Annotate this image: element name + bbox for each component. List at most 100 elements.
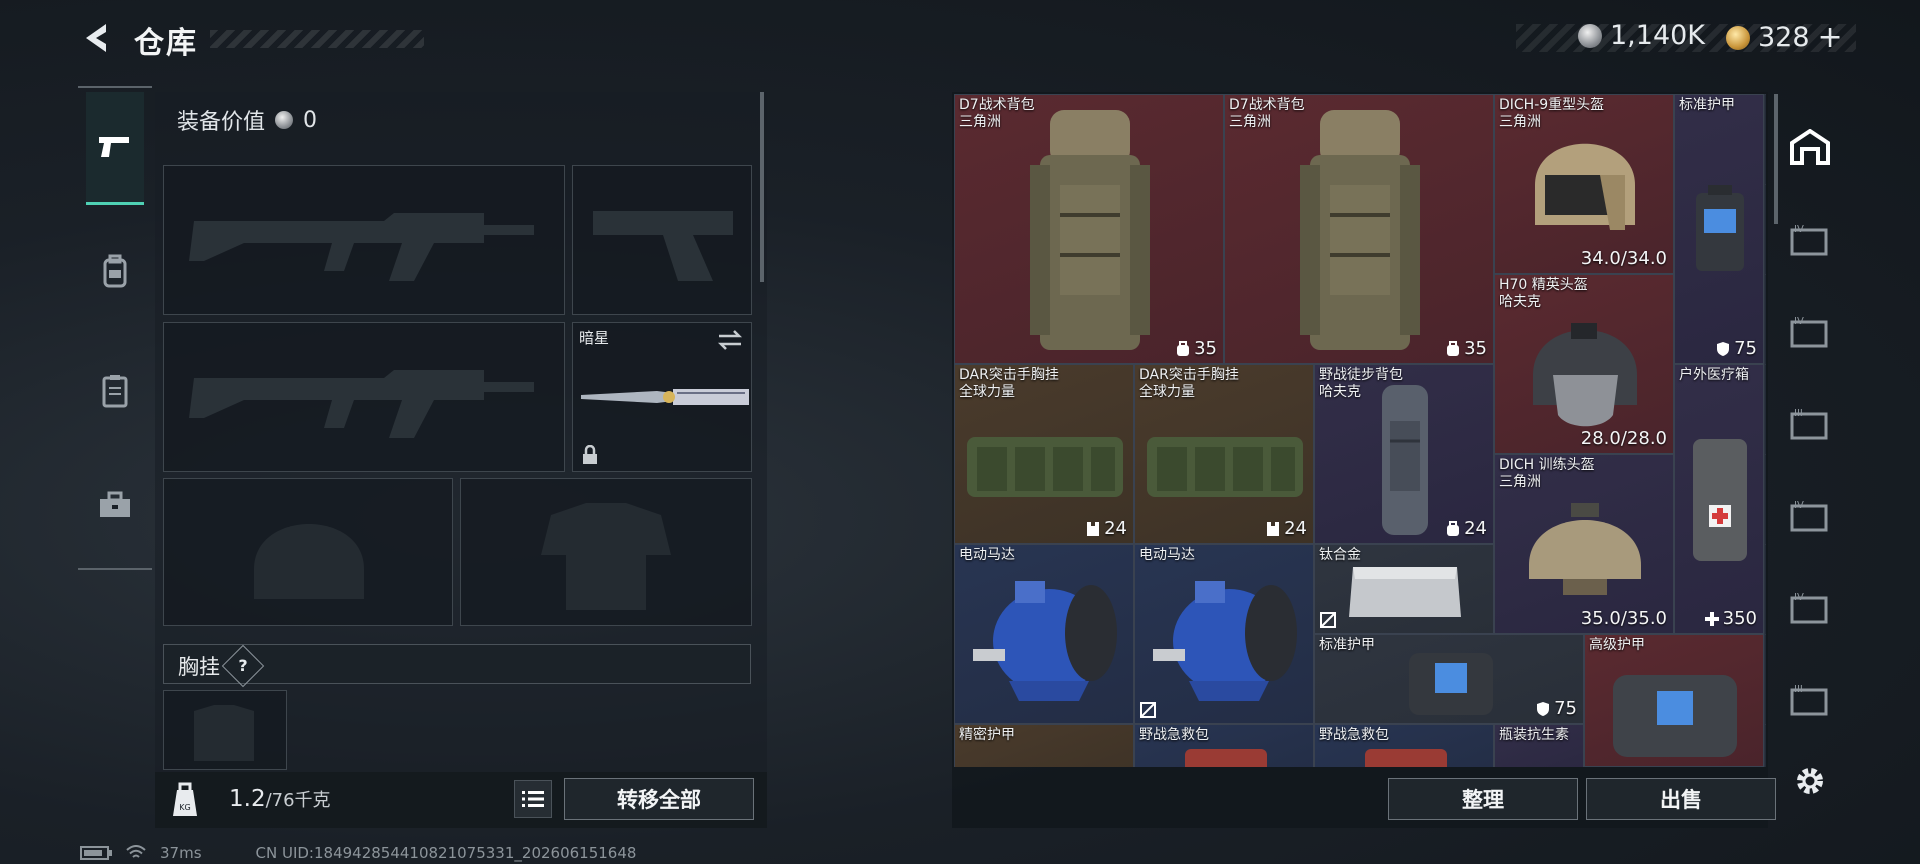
stash-item[interactable]: DICH-9重型头盔 三角洲 34.0/34.0 [1494, 94, 1674, 274]
sort-button[interactable]: 整理 [1388, 778, 1578, 820]
first-aid-kit-icon [1365, 749, 1447, 767]
item-value: 35 [1194, 338, 1217, 359]
primary-weapon-slot[interactable] [163, 165, 565, 315]
stash-tab-all[interactable] [1780, 122, 1840, 172]
list-view-button[interactable] [514, 780, 552, 818]
status-bar: 37ms CN UID:184942854410821075331_202606… [80, 844, 636, 862]
item-name: 标准护甲 [1319, 637, 1375, 653]
equipment-value: 装备价值 0 [177, 104, 317, 136]
item-brand: 三角洲 [1499, 114, 1541, 130]
item-name: 野战急救包 [1319, 727, 1389, 743]
item-name: 野战急救包 [1139, 727, 1209, 743]
nav-armor-tab[interactable] [86, 336, 144, 446]
item-value: 34.0/34.0 [1580, 248, 1667, 269]
rifle-silhouette-icon [189, 370, 534, 438]
stash-item[interactable]: 标准护甲 75 [1674, 94, 1764, 364]
item-value: 24 [1284, 518, 1307, 539]
item-name: DAR突击手胸挂 [1139, 367, 1239, 383]
helmet-silhouette-icon [254, 524, 364, 599]
armor-vest-icon [1613, 675, 1737, 757]
stash-item[interactable]: 瓶装抗生素 [1494, 724, 1584, 767]
stash-item[interactable]: 野战徒步背包 哈夫克 24 [1314, 364, 1494, 544]
stash-section-icon: IV [1790, 592, 1828, 624]
stash-section-icon: IV [1790, 316, 1828, 348]
melee-slot[interactable]: 暗星 [572, 322, 752, 472]
stash-tab-iii-1[interactable]: III [1780, 398, 1840, 448]
stash-item[interactable]: DICH 训练头盔 三角洲 35.0/35.0 [1494, 454, 1674, 634]
stash-section-icon: IV [1790, 224, 1828, 256]
stash-tab-iv-2[interactable]: IV [1780, 306, 1840, 356]
sell-button[interactable]: 出售 [1586, 778, 1776, 820]
lock-icon [583, 445, 597, 464]
nav-weapons-tab[interactable] [86, 92, 144, 205]
knife-icon [581, 389, 749, 405]
nav-toolbox-tab[interactable] [86, 450, 144, 560]
item-brand: 全球力量 [1139, 384, 1195, 400]
loadout-scrollbar[interactable] [760, 92, 764, 282]
secondary-weapon-slot[interactable] [163, 322, 565, 472]
item-name: DAR突击手胸挂 [959, 367, 1059, 383]
item-value: 75 [1554, 698, 1577, 719]
item-name: 标准护甲 [1679, 97, 1735, 113]
stash-scrollbar[interactable] [1774, 94, 1778, 224]
stash-item[interactable]: 高级护甲 [1584, 634, 1764, 767]
toolbox-icon [100, 491, 130, 517]
stash-section-icon: III [1790, 408, 1828, 440]
svg-text:III: III [1794, 684, 1803, 695]
stash-section-icon: IV [1790, 500, 1828, 532]
stash-tab-iii-2[interactable]: III [1780, 674, 1840, 724]
stash-item[interactable]: 野战急救包 [1134, 724, 1314, 767]
stash-item[interactable]: 野战急救包 [1314, 724, 1494, 767]
weight-readout: 1.2/76千克 [229, 786, 331, 812]
add-currency-button[interactable]: + [1818, 20, 1843, 55]
chest-rig-icon [1147, 437, 1303, 497]
item-name: DICH 训练头盔 [1499, 457, 1595, 473]
swap-icon[interactable] [717, 329, 743, 351]
silver-coin-icon [1578, 23, 1602, 48]
rifle-silhouette-icon [189, 213, 534, 281]
chest-rig-slot[interactable] [163, 690, 287, 770]
chest-rig-help-button[interactable]: ? [221, 644, 265, 688]
stash-item[interactable]: DAR突击手胸挂 全球力量 24 [954, 364, 1134, 544]
settings-button[interactable] [1780, 756, 1840, 806]
item-value: 350 [1722, 608, 1757, 629]
gold-currency[interactable]: 328 + [1726, 20, 1843, 55]
transfer-all-button[interactable]: 转移全部 [564, 778, 754, 820]
stash-item[interactable]: 钛合金 [1314, 544, 1494, 634]
stash-item[interactable]: D7战术背包 三角洲 35 [1224, 94, 1494, 364]
stash-tab-iv-1[interactable]: IV [1780, 214, 1840, 264]
plus-icon [1704, 611, 1719, 626]
stash-tab-iv-4[interactable]: IV [1780, 582, 1840, 632]
nav-backpack-tab[interactable] [86, 216, 144, 326]
stash-item[interactable]: D7战术背包 三角洲 35 [954, 94, 1224, 364]
stash-item[interactable]: DAR突击手胸挂 全球力量 24 [1134, 364, 1314, 544]
silver-amount: 1,140K [1610, 20, 1706, 51]
pistol-slot[interactable] [572, 165, 752, 315]
armor-vest-icon [1409, 653, 1493, 715]
helmet-slot[interactable] [163, 478, 453, 626]
back-arrow-icon[interactable] [78, 18, 118, 58]
nav-divider [78, 86, 152, 88]
item-brand: 三角洲 [959, 114, 1001, 130]
bag-icon [1447, 340, 1460, 356]
item-brand: 三角洲 [1229, 114, 1271, 130]
armor-slot[interactable] [460, 478, 752, 626]
silver-currency: 1,140K [1578, 20, 1705, 51]
equipment-value-amount: 0 [303, 107, 318, 133]
stash-item[interactable]: 标准护甲 75 [1314, 634, 1584, 724]
stash-item[interactable]: 电动马达 [1134, 544, 1314, 724]
item-value: 28.0/28.0 [1580, 428, 1667, 449]
pistol-silhouette-icon [593, 211, 733, 281]
stash-tab-iv-3[interactable]: IV [1780, 490, 1840, 540]
nav-divider [78, 568, 152, 570]
item-brand: 全球力量 [959, 384, 1015, 400]
stash-item[interactable]: 电动马达 [954, 544, 1134, 724]
svg-text:IV: IV [1794, 592, 1804, 603]
stash-item[interactable]: 户外医疗箱 350 [1674, 364, 1764, 634]
svg-text:IV: IV [1794, 316, 1804, 327]
stash-item[interactable]: 精密护甲 [954, 724, 1134, 767]
item-name: H70 精英头盔 [1499, 277, 1588, 293]
chest-rig-icon [967, 437, 1123, 497]
stash-item[interactable]: H70 精英头盔 哈夫克 28.0/28.0 [1494, 274, 1674, 454]
item-name: DICH-9重型头盔 [1499, 97, 1605, 113]
